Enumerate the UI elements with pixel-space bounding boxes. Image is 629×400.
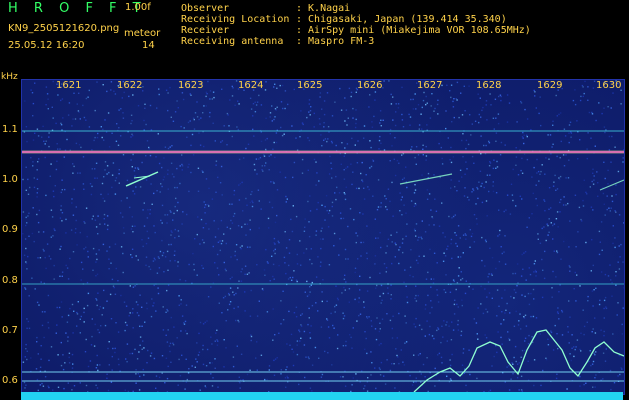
spectrogram-canvas: [22, 80, 624, 394]
noise-layer: [22, 80, 624, 394]
hrofft-window: H R O F F T 1.00f KN9_2505121620.png 25.…: [0, 0, 629, 400]
x-tick: 1629: [537, 80, 563, 91]
x-tick: 1630: [596, 80, 622, 91]
meta-label-antenna: Receiving antenna: [181, 36, 284, 47]
signal-strength-strip: [21, 392, 623, 400]
y-tick: 1.1: [2, 124, 18, 135]
y-tick: 0.9: [2, 224, 18, 235]
version-label: 1.00f: [125, 2, 151, 13]
x-tick: 1625: [297, 80, 323, 91]
x-tick: 1624: [238, 80, 264, 91]
meta-label-receiver: Receiver: [181, 25, 230, 36]
y-tick: 0.8: [2, 275, 18, 286]
meteor-trace: [399, 173, 453, 185]
x-tick: 1628: [476, 80, 502, 91]
doppler-trace: [413, 329, 624, 393]
meta-value-receiver: : AirSpy mini (Miakejima VOR 108.65MHz): [296, 25, 531, 36]
datetime-label: 25.05.12 16:20: [8, 40, 85, 51]
x-tick: 1622: [117, 80, 143, 91]
filename-label: KN9_2505121620.png: [8, 23, 120, 34]
y-tick: 1.0: [2, 174, 18, 185]
meta-label-location: Receiving Location: [181, 14, 290, 25]
meta-value-observer: : K.Nagai: [296, 3, 351, 14]
meteor-trace: [599, 179, 624, 191]
meta-value-location: : Chigasaki, Japan (139.414 35.340): [296, 14, 507, 25]
meteor-trace: [125, 171, 159, 187]
y-axis-unit: kHz: [1, 72, 18, 82]
spectrogram-plot: [21, 79, 625, 395]
x-tick: 1623: [178, 80, 204, 91]
x-tick: 1621: [56, 80, 82, 91]
meteor-label: meteor: [124, 28, 161, 39]
y-tick: 0.6: [2, 375, 18, 386]
meta-label-observer: Observer: [181, 3, 230, 14]
meta-value-antenna: : Maspro FM-3: [296, 36, 375, 47]
meteor-count: 14: [142, 40, 155, 51]
x-tick: 1627: [417, 80, 443, 91]
y-tick: 0.7: [2, 325, 18, 336]
x-tick: 1626: [357, 80, 383, 91]
